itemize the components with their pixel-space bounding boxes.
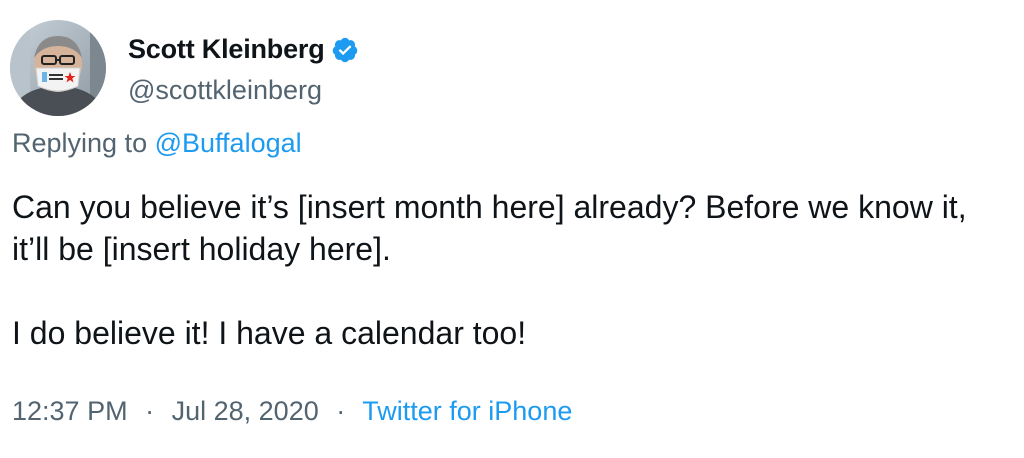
tweet-body-paragraph: Can you believe it’s [insert month here]… (12, 189, 967, 267)
tweet-meta: 12:37 PM · Jul 28, 2020 · Twitter for iP… (12, 396, 572, 427)
meta-separator: · (145, 396, 155, 426)
tweet-body-paragraph: I do believe it! I have a calendar too! (12, 315, 527, 351)
tweet-date[interactable]: Jul 28, 2020 (172, 396, 319, 426)
author-names: Scott Kleinberg @scottkleinberg (128, 31, 359, 106)
tweet-time[interactable]: 12:37 PM (12, 396, 128, 426)
avatar[interactable] (10, 20, 106, 116)
replying-prefix: Replying to (12, 128, 148, 158)
meta-separator: · (336, 396, 346, 426)
tweet-header: Scott Kleinberg @scottkleinberg (10, 20, 359, 116)
avatar-image (10, 20, 106, 116)
replying-to-mention-link[interactable]: @Buffalogal (155, 128, 302, 158)
display-name-row: Scott Kleinberg (128, 31, 359, 69)
tweet-card: Scott Kleinberg @scottkleinberg Replying… (0, 0, 1024, 458)
verified-badge-icon (331, 36, 359, 64)
tweet-source-link[interactable]: Twitter for iPhone (362, 396, 572, 426)
replying-to: Replying to @Buffalogal (12, 128, 302, 159)
author-display-name[interactable]: Scott Kleinberg (128, 34, 325, 65)
tweet-body: Can you believe it’s [insert month here]… (12, 186, 1012, 354)
author-handle[interactable]: @scottkleinberg (128, 75, 359, 106)
